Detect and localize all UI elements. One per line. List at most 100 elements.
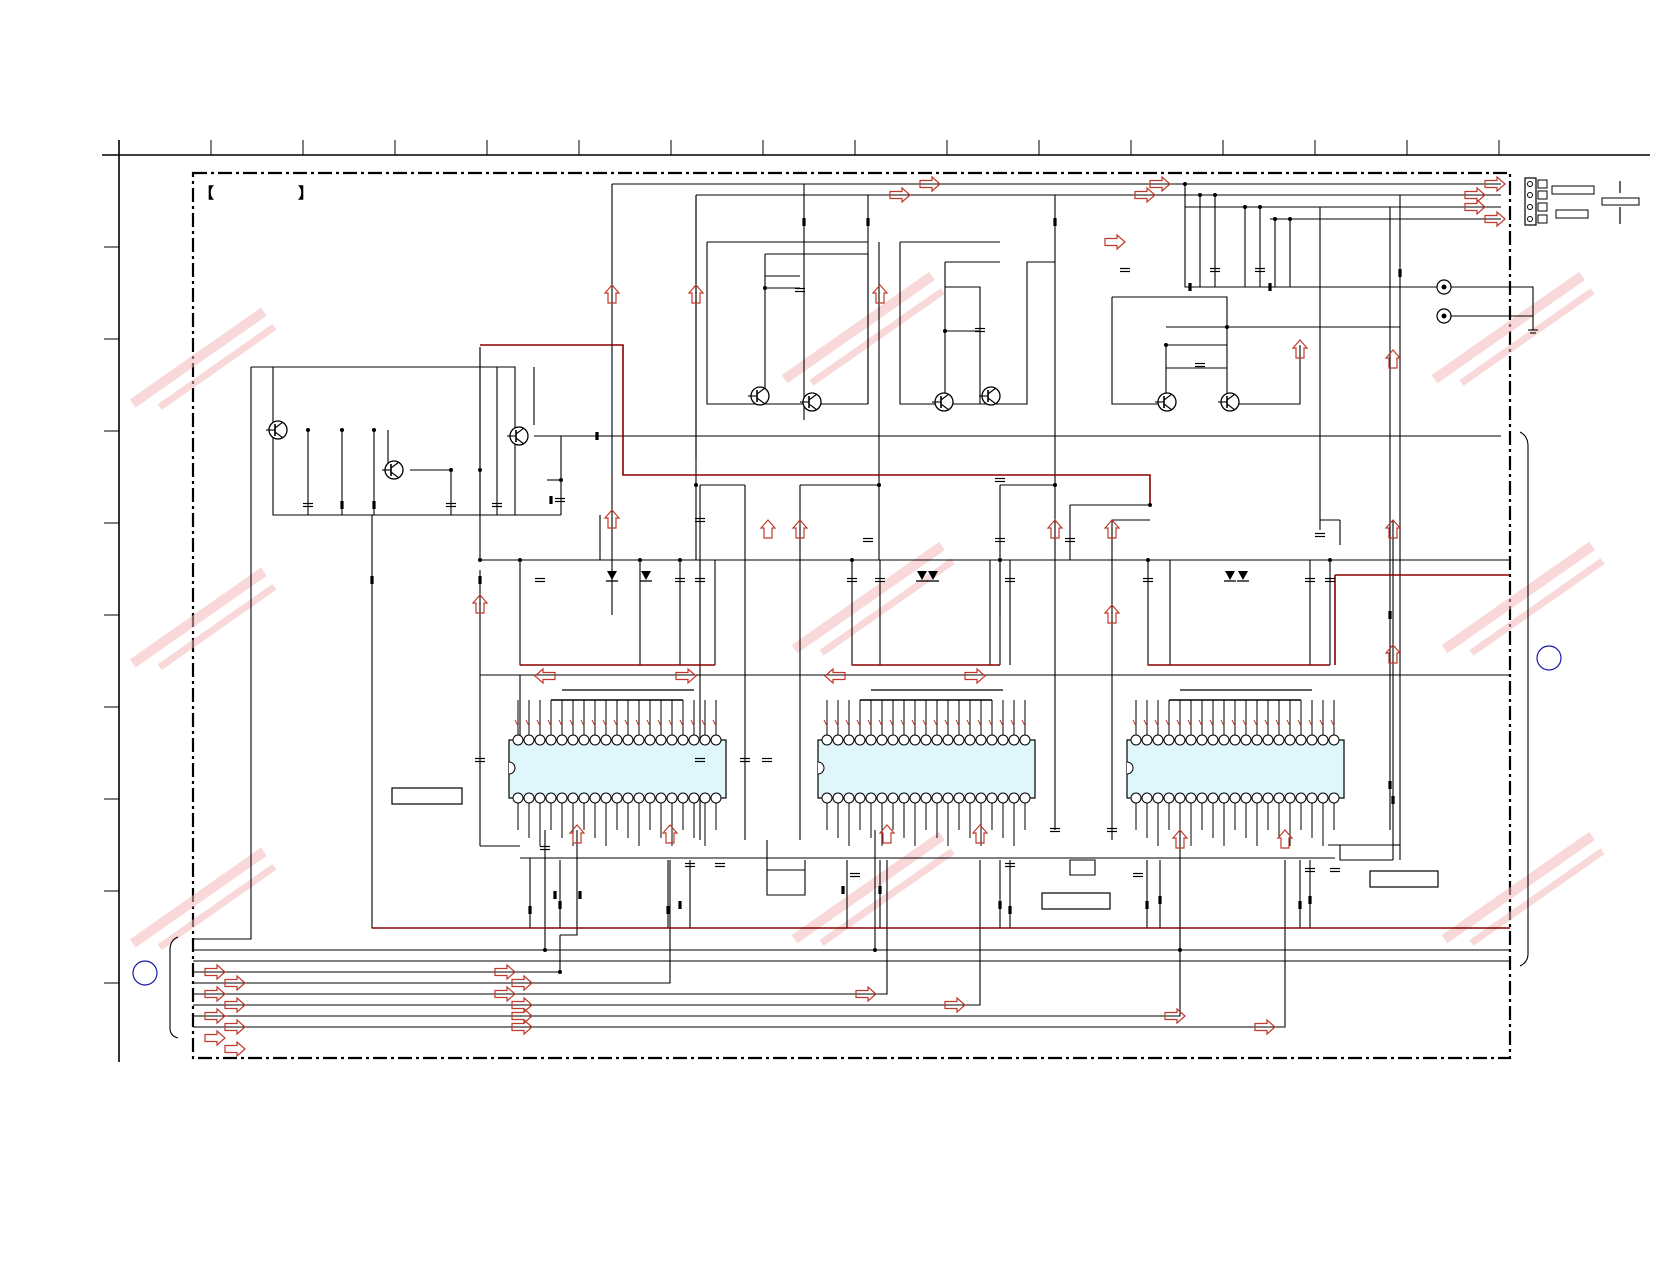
ic-pin — [567, 792, 579, 804]
junction-dot — [449, 468, 453, 472]
capacitor-symbol-icon — [714, 862, 726, 868]
capacitor-symbol-icon — [849, 872, 861, 878]
ic-pin — [887, 734, 899, 746]
resistor-symbol-icon — [1398, 269, 1402, 277]
junction-dot — [678, 558, 682, 562]
junction-dot — [877, 483, 881, 487]
ic-pin — [1163, 792, 1175, 804]
ic-pin — [975, 734, 987, 746]
junction-dot — [1273, 217, 1277, 221]
ic-pin — [821, 734, 833, 746]
ic-pin — [1196, 792, 1208, 804]
capacitor-symbol-icon — [1119, 267, 1131, 273]
ic-pin — [699, 734, 711, 746]
capacitor-symbol-icon — [994, 477, 1006, 483]
ic-pin — [1218, 792, 1230, 804]
ic-pin — [1251, 792, 1263, 804]
resistor-symbol-icon — [558, 901, 562, 909]
ic-pin — [1273, 792, 1285, 804]
junction-dot — [1198, 193, 1202, 197]
ic-pin — [600, 792, 612, 804]
label-box — [1369, 870, 1439, 888]
ic-pin — [611, 734, 623, 746]
ic-pin — [997, 792, 1009, 804]
ic-pin — [1262, 734, 1274, 746]
ic-pin — [512, 734, 524, 746]
ic-pin — [942, 734, 954, 746]
junction-dot — [372, 428, 376, 432]
ic-pin — [633, 734, 645, 746]
ic-pin — [1019, 734, 1031, 746]
resistor-symbol-icon — [528, 906, 532, 914]
junction-dot — [1053, 483, 1057, 487]
ic-pin — [534, 792, 546, 804]
ic-pin — [909, 734, 921, 746]
ic-pin — [1008, 734, 1020, 746]
ic-pin — [1284, 734, 1296, 746]
ic-pin — [666, 734, 678, 746]
ic-pin — [688, 792, 700, 804]
capacitor-symbol-icon — [1194, 362, 1206, 368]
junction-dot — [1288, 217, 1292, 221]
ic-pin — [832, 792, 844, 804]
left-bracket — [169, 936, 179, 1039]
ic-pin — [1240, 792, 1252, 804]
ic-pin — [1207, 792, 1219, 804]
title-bracket-open: 【 — [199, 184, 214, 202]
ic-pin — [854, 792, 866, 804]
junction-dot — [478, 558, 482, 562]
junction-dot — [518, 558, 522, 562]
ic-pin — [1008, 792, 1020, 804]
ic-pin — [589, 792, 601, 804]
ic-pin — [997, 734, 1009, 746]
ic-pin — [644, 734, 656, 746]
ic-pin — [1328, 792, 1340, 804]
signal-flow-arrow-icon — [204, 1030, 226, 1046]
resistor-symbol-icon — [1308, 896, 1312, 904]
transistor-symbol-icon — [381, 460, 404, 480]
ic-pin — [953, 792, 965, 804]
ic-pin — [710, 792, 722, 804]
passive-components — [302, 182, 1402, 974]
ic-pin — [964, 734, 976, 746]
label-box — [1041, 892, 1111, 910]
junction-dot — [340, 428, 344, 432]
junction-dot — [943, 329, 947, 333]
capacitor-symbol-icon — [1329, 867, 1341, 873]
signal-flow-arrow-icon — [224, 1041, 246, 1057]
ic-pin — [545, 734, 557, 746]
ic-pin — [1141, 792, 1153, 804]
ic-pin — [865, 734, 877, 746]
resistor-symbol-icon — [1158, 896, 1162, 904]
junction-dot — [1178, 948, 1182, 952]
ic-pin — [898, 734, 910, 746]
ic-chips — [508, 734, 1345, 804]
junction-dot — [763, 286, 767, 290]
ic-pin — [1229, 792, 1241, 804]
signal-flow-arrow-icon — [1104, 234, 1126, 250]
ic-pin — [545, 792, 557, 804]
ic-pin — [523, 734, 535, 746]
ic-pin — [1229, 734, 1241, 746]
resistor-symbol-icon — [1268, 283, 1272, 291]
ic-pin — [1284, 792, 1296, 804]
ic-chip-middle — [817, 734, 1036, 804]
resistor-symbol-icon — [1008, 906, 1012, 914]
ic-pin — [1251, 734, 1263, 746]
ic-pin — [931, 734, 943, 746]
junction-dot — [1148, 503, 1152, 507]
ic-pin — [1240, 734, 1252, 746]
ic-pin — [931, 792, 943, 804]
resistor-symbol-icon — [1053, 218, 1057, 226]
signal-flow-arrow-icon — [760, 519, 776, 539]
ic-pin — [854, 734, 866, 746]
ic-pin — [622, 734, 634, 746]
reference-circle — [1536, 645, 1562, 671]
ic-pin — [512, 792, 524, 804]
ic-pin — [1295, 734, 1307, 746]
resistor-symbol-icon — [1188, 283, 1192, 291]
transistor-symbol-icon — [747, 386, 770, 406]
ic-pin — [1295, 792, 1307, 804]
ic-pin — [1317, 734, 1329, 746]
ic-pin — [843, 792, 855, 804]
